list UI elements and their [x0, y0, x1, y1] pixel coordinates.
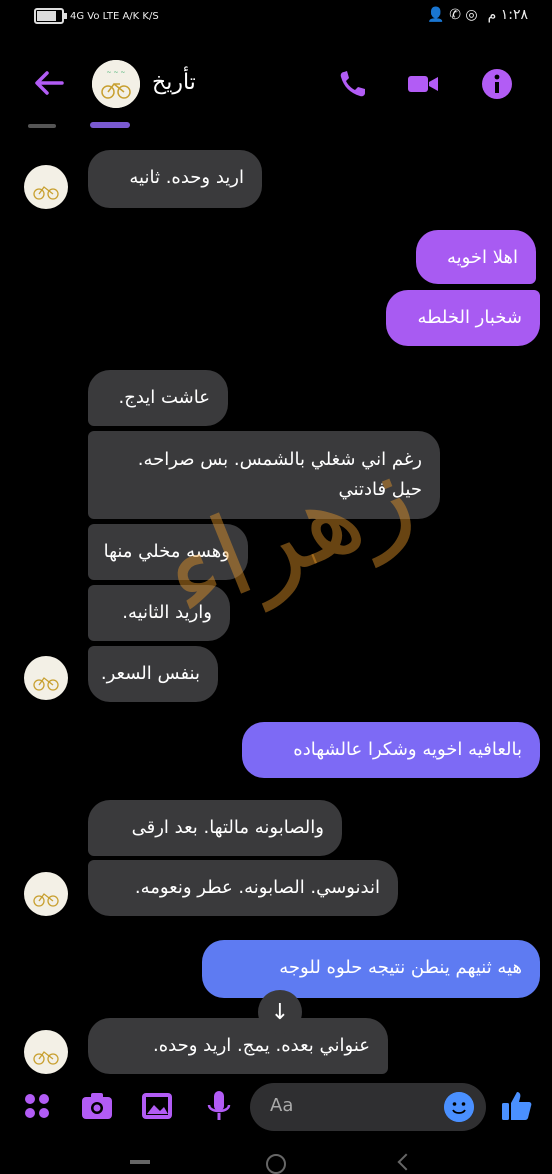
status-time: ١:٢٨ م	[487, 7, 528, 23]
message-incoming[interactable]: اندنوسي. الصابونه. عطر ونعومه.	[88, 860, 398, 916]
message-incoming[interactable]: اريد وحده. ثانيه	[88, 150, 262, 208]
svg-text:~ ~ ~: ~ ~ ~	[107, 69, 126, 76]
partial-bubble-dot	[28, 124, 56, 128]
home-button[interactable]	[266, 1154, 286, 1174]
notification-icons: 👤 ✆ ◎	[427, 7, 478, 23]
contact-avatar-small	[24, 1030, 68, 1074]
message-incoming[interactable]: عنواني بعده. يمج. اريد وحده.	[88, 1018, 388, 1074]
back-nav-button[interactable]	[397, 1153, 415, 1171]
partial-bubble	[90, 122, 130, 128]
thumbs-up-icon[interactable]	[500, 1089, 534, 1123]
bicycle-logo-icon: ~ ~ ~	[92, 60, 140, 108]
contact-avatar-small	[24, 872, 68, 916]
message-outgoing[interactable]: هيه ثنيهم ينطن نتيجه حلوه للوجه	[202, 940, 540, 998]
phone-call-icon[interactable]	[336, 68, 370, 100]
status-right: 👤 ✆ ◎ ١:٢٨ م	[427, 7, 528, 23]
status-left: 4G Vo LTE A/K K/S	[34, 8, 159, 24]
chat-header: ~ ~ ~ تأريخ	[0, 48, 552, 120]
more-apps-icon[interactable]	[20, 1089, 54, 1123]
video-call-icon[interactable]	[406, 68, 440, 100]
message-composer: Aa	[0, 1075, 552, 1139]
contact-avatar[interactable]: ~ ~ ~	[92, 60, 140, 108]
status-bar: 4G Vo LTE A/K K/S 👤 ✆ ◎ ١:٢٨ م	[0, 0, 552, 34]
back-arrow-icon[interactable]	[32, 68, 66, 98]
message-incoming[interactable]: عاشت ايدج.	[88, 370, 228, 426]
message-outgoing[interactable]: شخبار الخلطه	[386, 290, 540, 346]
input-placeholder: Aa	[270, 1095, 294, 1116]
message-outgoing[interactable]: بالعافيه اخويه وشكرا عالشهاده	[242, 722, 540, 778]
recents-button[interactable]	[130, 1160, 150, 1164]
network-indicators: 4G Vo LTE A/K K/S	[70, 10, 159, 22]
bicycle-logo-icon	[33, 893, 59, 907]
message-incoming[interactable]: بنفس السعر.	[88, 646, 218, 702]
microphone-icon[interactable]	[202, 1089, 236, 1123]
contact-avatar-small	[24, 165, 68, 209]
gallery-icon[interactable]	[140, 1089, 174, 1123]
message-outgoing[interactable]: اهلا اخويه	[416, 230, 536, 284]
info-icon[interactable]	[480, 68, 514, 100]
arrow-down-icon: ↓	[270, 999, 290, 1025]
battery-icon	[34, 8, 67, 24]
message-input[interactable]: Aa	[250, 1083, 486, 1131]
system-nav-bar	[0, 1150, 552, 1174]
emoji-icon[interactable]	[444, 1092, 474, 1122]
camera-icon[interactable]	[80, 1089, 114, 1123]
chat-title: تأريخ	[152, 70, 196, 95]
bicycle-logo-icon	[33, 1051, 59, 1065]
bicycle-logo-icon	[33, 186, 59, 200]
message-incoming[interactable]: والصابونه مالتها. بعد ارقى	[88, 800, 342, 856]
bicycle-logo-icon	[33, 677, 59, 691]
scroll-down-button[interactable]: ↓	[258, 990, 302, 1034]
contact-avatar-small	[24, 656, 68, 700]
